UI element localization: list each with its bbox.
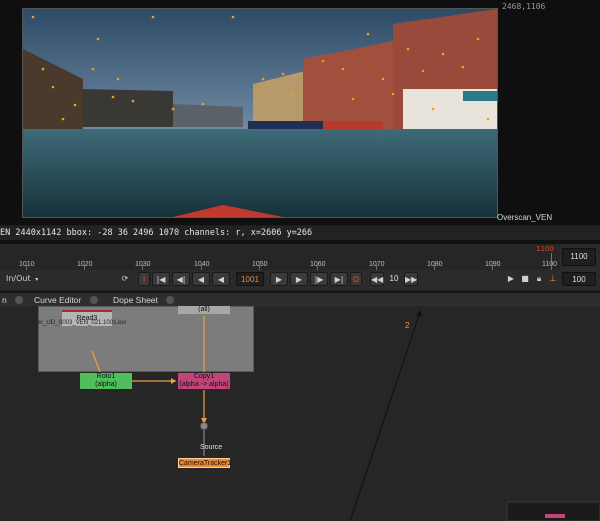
- tick-label: 1030: [135, 261, 151, 268]
- step-back-button[interactable]: ◀: [192, 272, 210, 286]
- tracker-node-label: CameraTracker1: [179, 460, 232, 467]
- close-icon[interactable]: [166, 296, 175, 304]
- record-in-button[interactable]: I: [138, 272, 150, 286]
- venice-canal-image: [23, 9, 497, 217]
- tick-label: 1090: [485, 261, 501, 268]
- loop-icon[interactable]: ⟳: [118, 272, 132, 286]
- stop-icon[interactable]: ■: [519, 272, 531, 286]
- step-forward-button[interactable]: ▶: [290, 272, 308, 286]
- rewind-step-button[interactable]: ◀◀: [370, 272, 384, 286]
- close-icon[interactable]: [89, 296, 98, 304]
- playhead-line[interactable]: [551, 253, 552, 270]
- tick-label: 1100: [542, 261, 558, 268]
- tick-label: 1040: [194, 261, 210, 268]
- tab-label: Dope Sheet: [113, 295, 158, 305]
- panel-tab-bar: n Curve Editor Dope Sheet: [0, 292, 600, 307]
- prev-keyframe-button[interactable]: ◀|: [172, 272, 190, 286]
- tab-label: Curve Editor: [34, 295, 82, 305]
- node-graph[interactable]: (all) Read3 e_pc_UD_S003_VEN_021.1001.ex…: [0, 306, 600, 521]
- viewer-image[interactable]: [22, 8, 498, 218]
- chevron-down-icon: ▾: [35, 276, 39, 283]
- fast-forward-icon: ▶▶: [405, 275, 418, 284]
- rewind-icon: ◀◀: [371, 275, 384, 284]
- next-key-icon: |▶: [314, 275, 324, 284]
- prev-key-icon: ◀|: [176, 275, 186, 284]
- play-backward-icon: ◀: [217, 275, 225, 284]
- info-text: EN 2440x1142 bbox: -28 36 2496 1070 chan…: [0, 228, 313, 238]
- timeline-ruler[interactable]: 1010 1020 1030 1040 1050 1060 1070 1080 …: [0, 244, 560, 270]
- last-frame-button[interactable]: ▶|: [330, 272, 348, 286]
- source-label: Source: [200, 444, 223, 451]
- resolution-readout: 2468,1106: [502, 2, 546, 11]
- marker-number: 2: [405, 321, 410, 330]
- flipbook-icon[interactable]: ▶: [505, 272, 517, 286]
- bookmark-icon[interactable]: ⊥: [547, 272, 559, 286]
- step-back-icon: ◀: [197, 275, 205, 284]
- tick-label: 1050: [252, 261, 268, 268]
- tab-label: n: [2, 295, 7, 305]
- current-frame-field[interactable]: 1001: [236, 272, 264, 286]
- node-connections: [91, 310, 600, 521]
- play-backward-button[interactable]: ◀: [212, 272, 230, 286]
- play-forward-button[interactable]: ▶: [270, 272, 288, 286]
- record-out-button[interactable]: O: [350, 272, 362, 286]
- step-forward-icon: ▶: [295, 275, 303, 284]
- inout-label: In/Out: [6, 274, 31, 283]
- step-value-field[interactable]: 10: [386, 272, 402, 286]
- tick-label: 1080: [427, 261, 443, 268]
- viewer-info-bar: EN 2440x1142 bbox: -28 36 2496 1070 chan…: [0, 226, 600, 240]
- tick-label: 1020: [77, 261, 93, 268]
- skip-start-icon: |◀: [156, 275, 166, 284]
- end-frame-field[interactable]: 1100: [562, 248, 596, 266]
- fps-field[interactable]: 100: [562, 272, 596, 286]
- play-icon: ▶: [275, 275, 283, 284]
- next-keyframe-button[interactable]: |▶: [310, 272, 328, 286]
- tick-label: 1070: [369, 261, 385, 268]
- overscan-label: Overscan_VEN: [497, 213, 553, 222]
- inout-selector[interactable]: In/Out ▾: [2, 272, 46, 286]
- tab-curve-editor[interactable]: Curve Editor: [34, 293, 98, 307]
- lock-icon[interactable]: 🔒︎: [533, 272, 545, 286]
- tab-node-graph[interactable]: n: [2, 293, 24, 307]
- tick-label: 1010: [19, 261, 35, 268]
- end-frame-marker: 1100: [536, 245, 554, 253]
- skip-end-icon: ▶|: [334, 275, 344, 284]
- close-icon[interactable]: [15, 296, 24, 304]
- first-frame-button[interactable]: |◀: [152, 272, 170, 286]
- forward-step-button[interactable]: ▶▶: [404, 272, 418, 286]
- tab-dope-sheet[interactable]: Dope Sheet: [113, 293, 175, 307]
- camera-tracker-node[interactable]: CameraTracker1: [178, 458, 232, 468]
- tick-label: 1060: [310, 261, 326, 268]
- viewer-panel[interactable]: 2468,1106 Overscan_VEN: [0, 0, 600, 225]
